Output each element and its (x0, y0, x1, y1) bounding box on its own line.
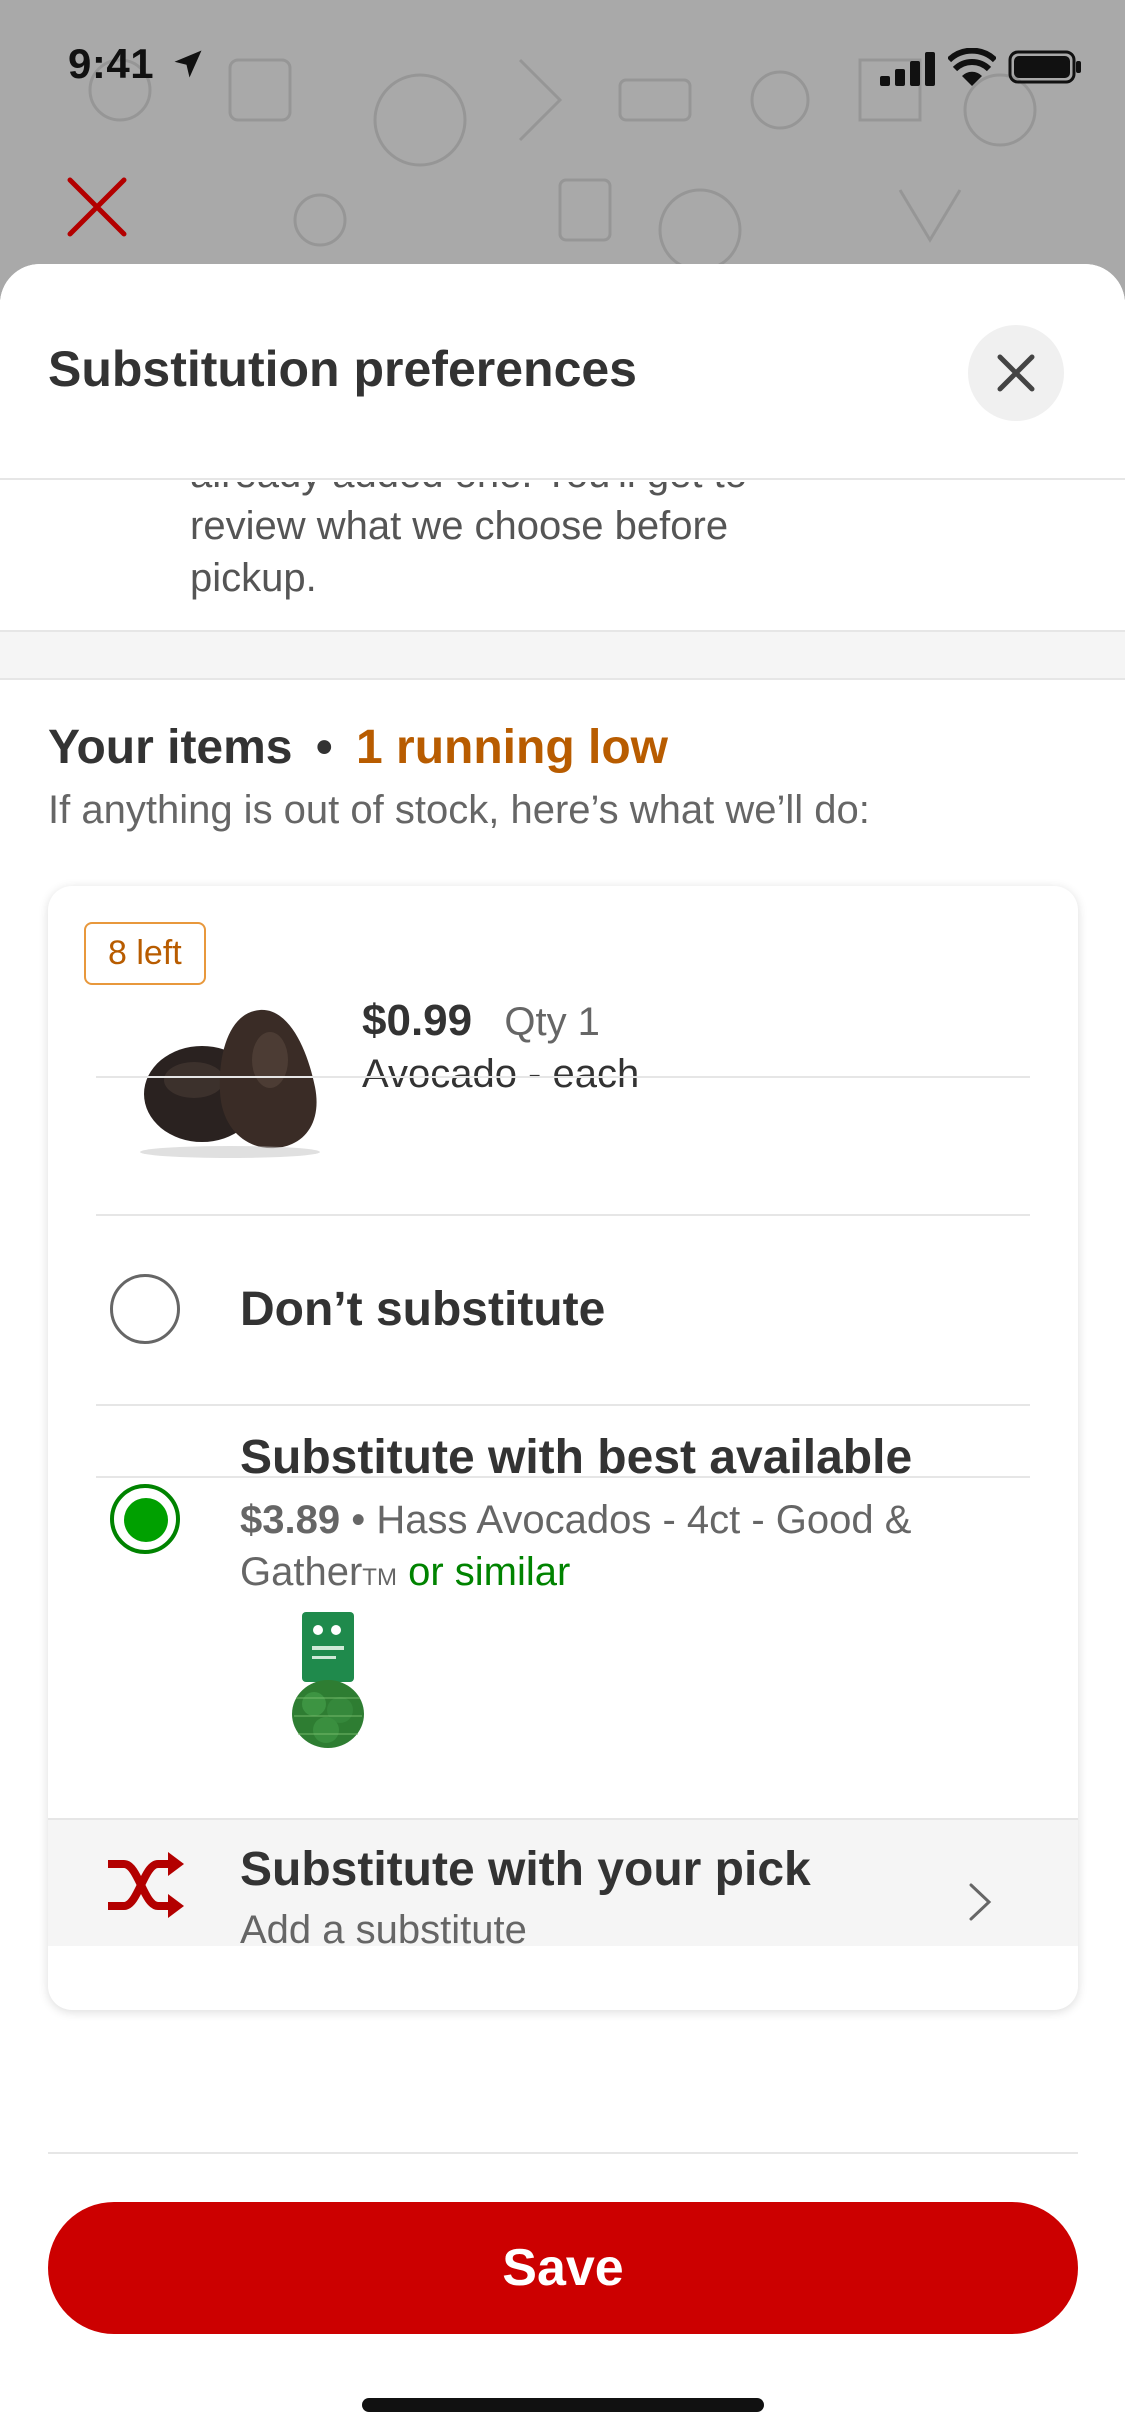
substitute-price: $3.89 (240, 1498, 341, 1542)
trademark: TM (362, 1564, 397, 1591)
save-button[interactable]: Save (48, 2202, 1078, 2334)
close-icon[interactable] (62, 172, 132, 242)
intro-text-container: already added one. You'll get to review … (0, 482, 1125, 632)
items-heading-label: Your items (48, 721, 293, 774)
intro-line-1: review what we choose before (190, 504, 729, 548)
close-icon (997, 354, 1035, 392)
intro-cut-line: already added one. You'll get to (190, 482, 830, 500)
items-subheading: If anything is out of stock, here’s what… (48, 788, 870, 832)
sheet-header: Substitution preferences (0, 264, 1125, 480)
your-pick-label: Substitute with your pick (240, 1843, 811, 1896)
heading-separator: • (315, 721, 333, 774)
sheet-title: Substitution preferences (48, 341, 637, 397)
wifi-icon (948, 48, 996, 86)
section-divider (0, 630, 1125, 680)
option-dont-substitute-row[interactable]: Don’t substitute (48, 1216, 1078, 1404)
add-substitute-text: Add a substitute (240, 1908, 527, 1952)
status-time: 9:41 (68, 40, 155, 87)
substitute-your-pick-row[interactable]: Substitute with your pick Add a substitu… (48, 1818, 1078, 1952)
cellular-signal-icon (880, 52, 935, 86)
shuffle-icon (108, 1852, 184, 1918)
items-heading: Your items • 1 running low (48, 720, 668, 775)
option-dont-substitute-label: Don’t substitute (240, 1283, 606, 1336)
option-best-available-row[interactable]: Substitute with best available $3.89 • H… (48, 1406, 1078, 1806)
hass-avocados-image (292, 1612, 364, 1748)
options-layer: Don’t substitute Substitute with best av… (48, 886, 1078, 2010)
best-available-description: $3.89 • Hass Avocados - 4ct - Good & Gat… (240, 1494, 1040, 1604)
substitute-product-name: Hass Avocados - 4ct - Good & Gather (240, 1498, 912, 1594)
option-best-available-label: Substitute with best available (240, 1431, 913, 1484)
close-button[interactable] (968, 325, 1064, 421)
description-separator: • (351, 1498, 366, 1542)
running-low-count: 1 running low (356, 721, 668, 774)
status-bar: 9:41 (0, 0, 1125, 140)
location-arrow-icon (174, 50, 202, 78)
chevron-right-icon (969, 1883, 992, 1921)
intro-text: already added one. You'll get to review … (190, 482, 830, 604)
background-overlay: 9:41 (0, 0, 1125, 300)
intro-line-2: pickup. (190, 556, 317, 600)
radio-dont-substitute[interactable] (110, 1274, 180, 1344)
battery-icon (1008, 50, 1081, 84)
home-indicator (362, 2398, 764, 2412)
radio-best-available[interactable] (110, 1484, 180, 1554)
footer-divider (48, 2152, 1078, 2154)
or-similar-text: or similar (408, 1550, 571, 1594)
